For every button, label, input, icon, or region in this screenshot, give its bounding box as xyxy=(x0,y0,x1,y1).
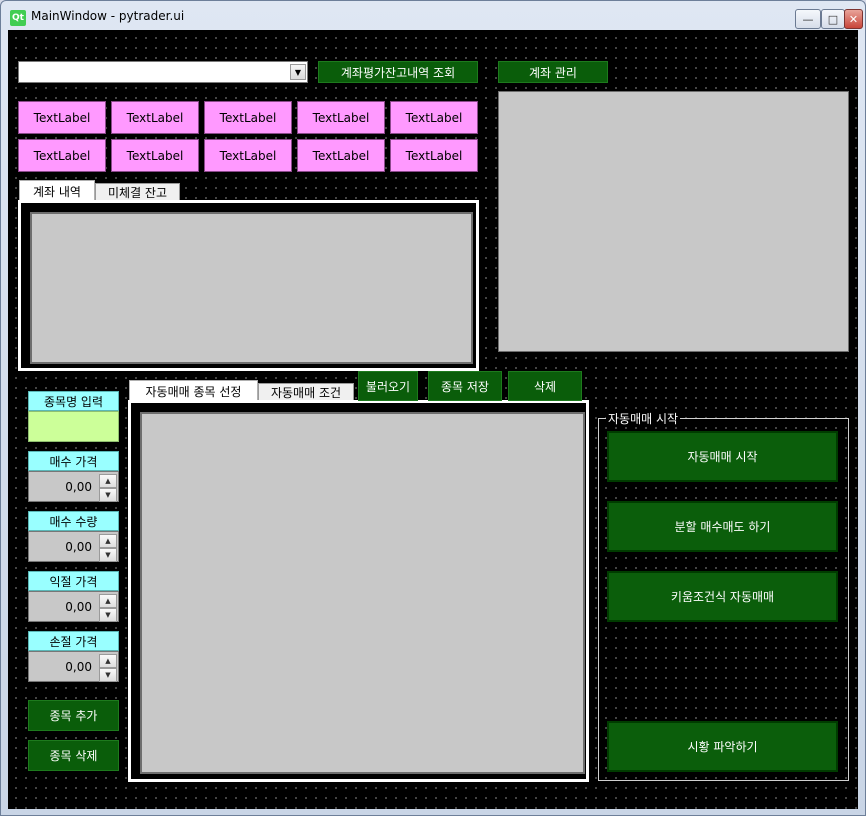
maximize-button[interactable]: □ xyxy=(821,9,845,29)
take-profit-value: 0,00 xyxy=(65,600,92,614)
buy-price-label: 매수 가격 xyxy=(28,451,119,471)
chevron-down-icon: ▼ xyxy=(105,551,111,559)
add-stock-button[interactable]: 종목 추가 xyxy=(28,700,119,731)
account-manage-panel[interactable] xyxy=(498,91,849,352)
chevron-up-icon: ▲ xyxy=(105,537,111,545)
tab-account-history[interactable]: 계좌 내역 xyxy=(19,180,95,201)
window-title: MainWindow - pytrader.ui xyxy=(31,9,185,23)
spin-down-button[interactable]: ▼ xyxy=(99,608,117,622)
auto-stock-table[interactable] xyxy=(140,412,585,774)
buy-price-value: 0,00 xyxy=(65,480,92,494)
spin-up-button[interactable]: ▲ xyxy=(99,594,117,608)
tab-auto-conditions[interactable]: 자동매매 조건 xyxy=(258,383,354,401)
stop-loss-spinbox[interactable]: 0,00 ▲ ▼ xyxy=(28,651,119,682)
delete-button[interactable]: 삭제 xyxy=(508,371,582,401)
stock-name-input[interactable] xyxy=(28,411,119,442)
auto-tab-pane xyxy=(128,400,589,782)
auto-trading-group-title: 자동매매 시작 xyxy=(606,410,681,427)
chevron-down-icon: ▼ xyxy=(105,611,111,619)
stop-loss-label: 손절 가격 xyxy=(28,631,119,651)
remove-stock-button[interactable]: 종목 삭제 xyxy=(28,740,119,771)
text-label-1: TextLabel xyxy=(18,101,106,134)
account-tab-pane xyxy=(18,200,479,371)
chevron-up-icon: ▲ xyxy=(105,597,111,605)
text-label-4: TextLabel xyxy=(297,101,385,134)
spin-down-button[interactable]: ▼ xyxy=(99,548,117,562)
market-analysis-button[interactable]: 시황 파악하기 xyxy=(607,721,838,772)
minimize-icon: — xyxy=(802,12,814,26)
text-label-3: TextLabel xyxy=(204,101,292,134)
chevron-up-icon: ▲ xyxy=(105,657,111,665)
title-bar[interactable]: Qt MainWindow - pytrader.ui — □ ✕ xyxy=(1,1,865,31)
buy-qty-value: 0,00 xyxy=(65,540,92,554)
stock-name-label: 종목명 입력 xyxy=(28,391,119,411)
text-label-2: TextLabel xyxy=(111,101,199,134)
text-label-6: TextLabel xyxy=(18,139,106,172)
spin-up-button[interactable]: ▲ xyxy=(99,534,117,548)
close-icon: ✕ xyxy=(848,12,859,26)
spin-down-button[interactable]: ▼ xyxy=(99,668,117,682)
auto-start-button[interactable]: 자동매매 시작 xyxy=(607,431,838,482)
tab-unfilled-balance[interactable]: 미체결 잔고 xyxy=(95,183,180,201)
chevron-down-icon: ▼ xyxy=(105,491,111,499)
take-profit-spinbox[interactable]: 0,00 ▲ ▼ xyxy=(28,591,119,622)
tab-auto-stock-select[interactable]: 자동매매 종목 선정 xyxy=(129,380,258,401)
qt-app-icon: Qt xyxy=(10,10,26,26)
buy-price-spinbox[interactable]: 0,00 ▲ ▼ xyxy=(28,471,119,502)
combobox-dropdown-button[interactable]: ▼ xyxy=(290,64,306,80)
query-balance-button[interactable]: 계좌평가잔고내역 조회 xyxy=(318,61,478,83)
text-label-10: TextLabel xyxy=(390,139,478,172)
text-label-7: TextLabel xyxy=(111,139,199,172)
chevron-down-icon: ▼ xyxy=(294,67,302,77)
buy-qty-spinbox[interactable]: 0,00 ▲ ▼ xyxy=(28,531,119,562)
save-stocks-button[interactable]: 종목 저장 xyxy=(428,371,502,401)
account-manage-button[interactable]: 계좌 관리 xyxy=(498,61,608,83)
close-button[interactable]: ✕ xyxy=(844,9,863,29)
text-label-8: TextLabel xyxy=(204,139,292,172)
maximize-icon: □ xyxy=(827,12,839,26)
text-label-9: TextLabel xyxy=(297,139,385,172)
load-button[interactable]: 불러오기 xyxy=(358,371,418,401)
take-profit-label: 익절 가격 xyxy=(28,571,119,591)
stop-loss-value: 0,00 xyxy=(65,660,92,674)
minimize-button[interactable]: — xyxy=(795,9,821,29)
spin-up-button[interactable]: ▲ xyxy=(99,654,117,668)
chevron-down-icon: ▼ xyxy=(105,671,111,679)
account-table[interactable] xyxy=(30,212,473,364)
spin-up-button[interactable]: ▲ xyxy=(99,474,117,488)
split-trade-button[interactable]: 분할 매수매도 하기 xyxy=(607,501,838,552)
account-combobox[interactable]: ▼ xyxy=(18,61,308,83)
kiwoom-condition-button[interactable]: 키움조건식 자동매매 xyxy=(607,571,838,622)
spin-down-button[interactable]: ▼ xyxy=(99,488,117,502)
buy-qty-label: 매수 수량 xyxy=(28,511,119,531)
chevron-up-icon: ▲ xyxy=(105,477,111,485)
text-label-5: TextLabel xyxy=(390,101,478,134)
